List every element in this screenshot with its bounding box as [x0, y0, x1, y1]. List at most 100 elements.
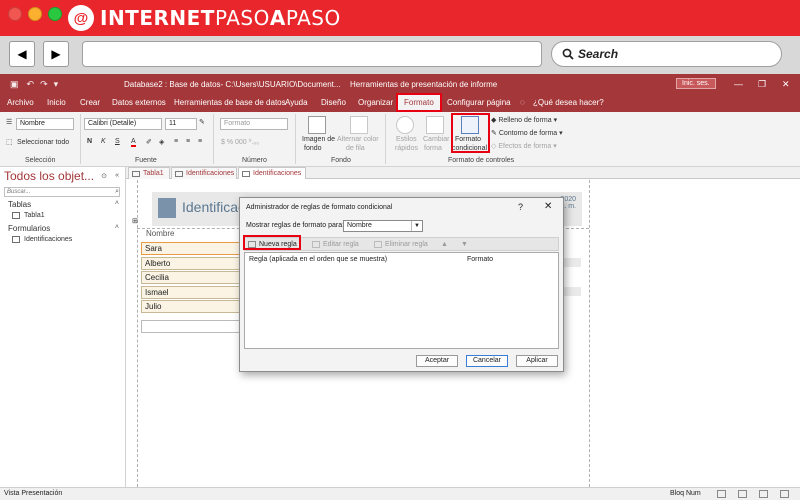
num-lock-status: Bloq Num — [670, 490, 701, 497]
background-image-label[interactable]: Imagen de — [302, 136, 335, 143]
view-status: Vista Presentación — [4, 490, 63, 497]
align-right-icon[interactable]: ≡ — [198, 138, 202, 145]
navpane-menu-icon[interactable]: ⊙ — [101, 172, 107, 180]
quick-styles-label[interactable]: Estilos — [396, 136, 417, 143]
underline-button[interactable]: S — [115, 138, 120, 145]
maximize-window-icon[interactable] — [48, 7, 62, 21]
layout-selector-icon[interactable]: ⊞ — [132, 217, 138, 225]
close-icon[interactable]: ✕ — [544, 201, 552, 212]
access-titlebar: ▣ ↶ ↷ ▾ Database2 : Base de datos- C:\Us… — [0, 74, 800, 94]
tab-datos-externos[interactable]: Datos externos — [112, 98, 166, 107]
apply-button[interactable]: Aplicar — [516, 355, 558, 367]
table-row[interactable]: Sara — [141, 242, 241, 255]
background-image-icon — [308, 116, 326, 134]
object-select[interactable]: Nombre — [16, 118, 74, 130]
restore-icon[interactable]: ❐ — [758, 79, 766, 90]
show-rules-select[interactable]: Nombre ▼ — [343, 220, 423, 232]
ribbon: ☰ Nombre ⬚ Seleccionar todo Selección Ca… — [0, 112, 800, 167]
table-icon — [132, 171, 140, 177]
change-shape-label[interactable]: Cambiar — [423, 136, 449, 143]
search-icon — [562, 48, 574, 60]
shape-fill-button[interactable]: ◆ Relleno de forma ▾ — [491, 116, 557, 124]
tab-archivo[interactable]: Archivo — [7, 98, 34, 107]
navpane-section-tablas[interactable]: Tablas — [8, 200, 31, 209]
report-view-icon[interactable] — [717, 490, 726, 498]
cancel-button[interactable]: Cancelar — [466, 355, 508, 367]
save-icon[interactable]: ▣ — [10, 79, 19, 90]
report-title[interactable]: Identificac — [182, 199, 245, 215]
doc-tab-identificaciones-form[interactable]: Identificaciones — [171, 167, 237, 179]
navpane-collapse-icon[interactable]: « — [115, 172, 119, 179]
fill-color-icon[interactable]: ◈ — [159, 138, 164, 146]
font-size-select[interactable]: 11 — [165, 118, 197, 130]
browser-search-input[interactable]: Search — [551, 41, 782, 67]
dialog-title: Administrador de reglas de formato condi… — [246, 204, 393, 211]
column-header-format: Formato — [467, 256, 494, 263]
ribbon-separator — [385, 114, 386, 164]
move-up-icon[interactable]: ▲ — [441, 239, 448, 250]
site-logo: @ INTERNETPASOAPASO — [68, 3, 341, 33]
url-input[interactable] — [82, 41, 542, 67]
redo-icon[interactable]: ↷ — [40, 79, 48, 90]
back-button[interactable]: ◀ — [9, 41, 35, 67]
close-icon[interactable]: ✕ — [782, 79, 790, 90]
navpane-item-tabla1[interactable]: Tabla1 — [24, 212, 45, 219]
align-center-icon[interactable]: ≡ — [186, 138, 190, 145]
customize-qat-icon[interactable]: ▾ — [54, 79, 59, 90]
tab-organizar[interactable]: Organizar — [358, 98, 393, 107]
table-row[interactable]: Ismael — [141, 286, 241, 299]
minimize-icon[interactable]: — — [734, 79, 743, 89]
tab-formato[interactable]: Formato — [396, 93, 442, 112]
tab-ayuda[interactable]: Ayuda — [285, 98, 308, 107]
navpane-title[interactable]: Todos los objet... — [4, 169, 94, 183]
tab-diseno[interactable]: Diseño — [321, 98, 346, 107]
tab-inicio[interactable]: Inicio — [47, 98, 66, 107]
tab-herramientas-bd[interactable]: Herramientas de base de datos — [174, 98, 286, 107]
chevron-up-icon[interactable]: ˄ — [115, 224, 119, 231]
font-select[interactable]: Calibri (Detalle) — [84, 118, 162, 130]
shape-outline-button[interactable]: ✎ Contorno de forma ▾ — [491, 129, 563, 137]
navpane-section-formularios[interactable]: Formularios — [8, 224, 50, 233]
ribbon-tabs: Archivo Inicio Crear Datos externos Herr… — [0, 93, 800, 112]
rules-list[interactable]: Regla (aplicada en el orden que se muest… — [244, 252, 559, 349]
help-icon[interactable]: ? — [518, 202, 523, 212]
forward-button[interactable]: ▶ — [43, 41, 69, 67]
format-painter-icon[interactable]: ✎ — [199, 118, 205, 126]
currency-icon[interactable]: $ % 000 ⁰.₀₀ — [221, 138, 259, 146]
undo-icon[interactable]: ↶ — [27, 79, 35, 90]
table-row[interactable]: Cecilia — [141, 271, 241, 284]
delete-rule-button[interactable]: Eliminar regla — [373, 239, 428, 250]
shape-effects-button[interactable]: ◇ Efectos de forma ▾ — [491, 142, 557, 150]
group-numero: Número — [242, 157, 267, 164]
print-preview-icon[interactable] — [738, 490, 747, 498]
edit-rule-button[interactable]: Editar regla — [311, 239, 359, 250]
navpane-item-identificaciones[interactable]: Identificaciones — [24, 236, 72, 243]
doc-tab-identificaciones-report[interactable]: Identificaciones — [238, 167, 306, 179]
table-row[interactable]: Alberto — [141, 257, 241, 270]
bold-button[interactable]: N — [87, 138, 92, 145]
doc-tab-tabla1[interactable]: Tabla1 — [128, 167, 170, 179]
tell-me-input[interactable]: ¿Qué desea hacer? — [533, 98, 604, 107]
minimize-window-icon[interactable] — [28, 7, 42, 21]
number-format-select[interactable]: Formato — [220, 118, 288, 130]
chevron-up-icon[interactable]: ˄ — [115, 200, 119, 207]
layout-view-icon[interactable] — [759, 490, 768, 498]
select-all-button[interactable]: Seleccionar todo — [17, 139, 69, 146]
table-row[interactable] — [141, 320, 241, 333]
move-down-icon[interactable]: ▼ — [461, 239, 468, 250]
tab-configurar-pagina[interactable]: Configurar página — [447, 98, 511, 107]
alternate-row-color-label[interactable]: Alternar color — [337, 136, 379, 143]
align-left-icon[interactable]: ≡ — [174, 138, 178, 145]
design-view-icon[interactable] — [780, 490, 789, 498]
field-label-nombre[interactable]: Nombre — [146, 229, 174, 238]
tab-crear[interactable]: Crear — [80, 98, 100, 107]
font-color-button[interactable]: A — [131, 138, 136, 147]
navpane-search-input[interactable]: Buscar... — [4, 187, 120, 197]
close-window-icon[interactable] — [8, 7, 22, 21]
accept-button[interactable]: Aceptar — [416, 355, 458, 367]
highlight-icon[interactable]: ✐ — [146, 138, 152, 146]
sign-in-button[interactable]: Inic. ses. — [676, 78, 716, 89]
table-row[interactable]: Julio — [141, 300, 241, 313]
italic-button[interactable]: K — [101, 138, 106, 145]
conditional-format-dialog: Administrador de reglas de formato condi… — [239, 197, 564, 372]
